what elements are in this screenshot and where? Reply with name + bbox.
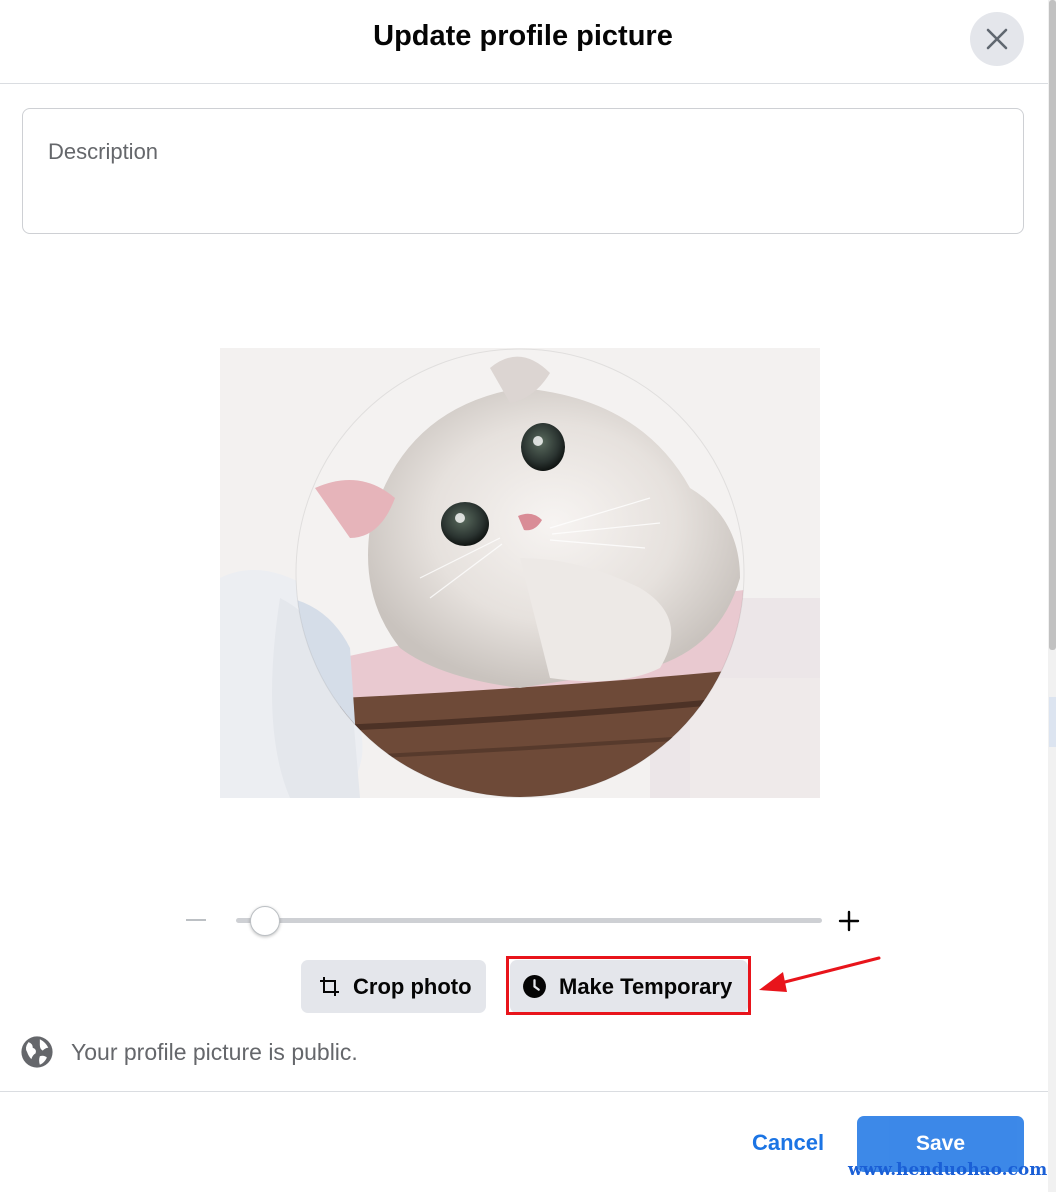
privacy-note: Your profile picture is public. [20, 1034, 358, 1070]
photo-crop-area[interactable] [220, 348, 820, 798]
privacy-text: Your profile picture is public. [71, 1038, 358, 1065]
clock-icon [523, 975, 546, 998]
close-icon [986, 28, 1008, 50]
cancel-button[interactable]: Cancel [752, 1130, 824, 1156]
dialog-title: Update profile picture [373, 20, 673, 52]
globe-icon [21, 1036, 53, 1068]
zoom-slider-row [180, 900, 870, 940]
close-button[interactable] [970, 12, 1024, 66]
background-page-edge [1049, 697, 1056, 747]
plus-icon[interactable] [837, 909, 861, 933]
zoom-slider-thumb[interactable] [250, 906, 281, 936]
dialog-header: Update profile picture [0, 0, 1048, 84]
annotation-arrow-icon [759, 956, 881, 992]
crop-photo-button[interactable]: Crop photo [301, 960, 486, 1013]
minus-icon[interactable] [186, 919, 206, 921]
crop-icon [320, 976, 339, 996]
footer-divider [0, 1091, 1048, 1092]
zoom-slider-track[interactable] [236, 918, 822, 923]
crop-photo-label: Crop photo [353, 973, 472, 999]
description-field[interactable] [22, 108, 1024, 234]
make-temporary-label: Make Temporary [559, 973, 733, 999]
watermark: www.henduohao.com [848, 1160, 1048, 1180]
profile-photo [220, 348, 820, 798]
scrollbar-thumb[interactable] [1049, 0, 1056, 650]
make-temporary-button[interactable]: Make Temporary [510, 960, 748, 1013]
